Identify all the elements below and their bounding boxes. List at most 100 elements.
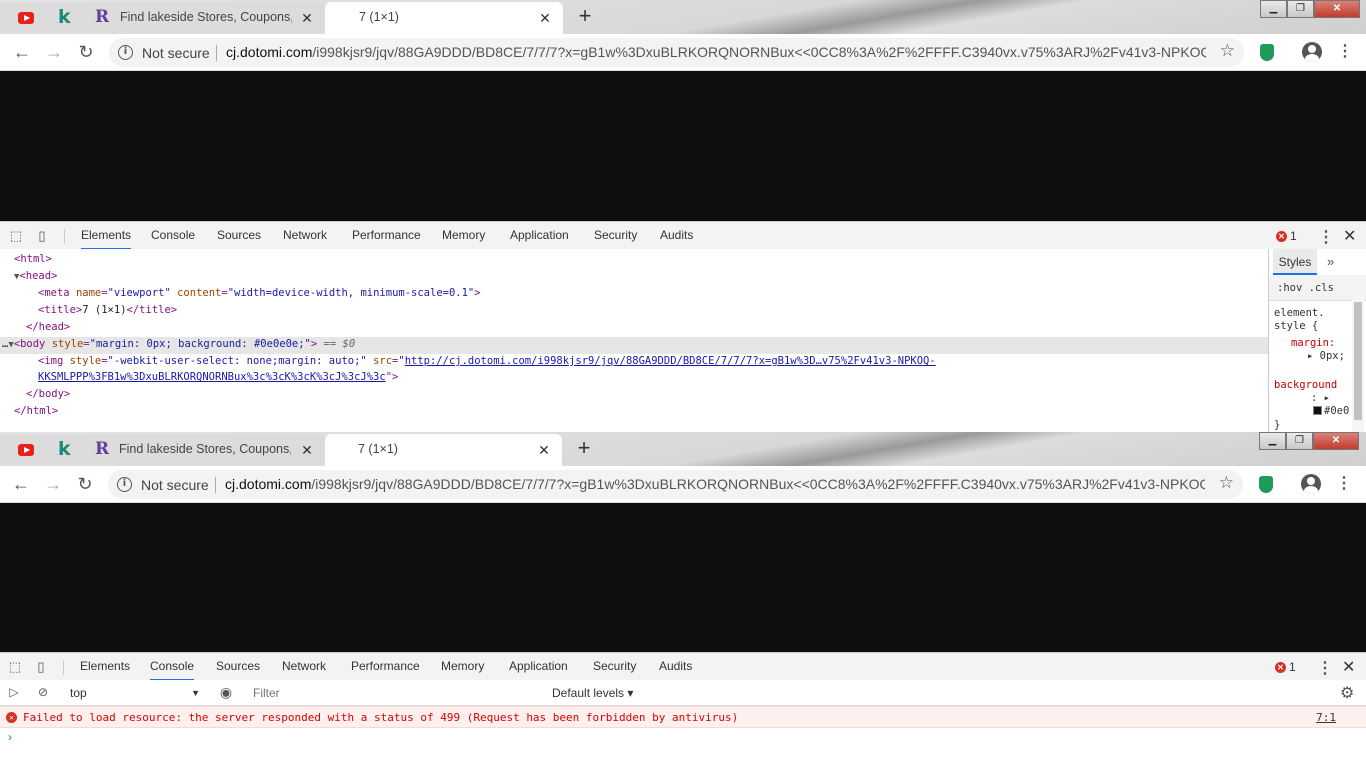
device-toolbar-icon[interactable]: ▯: [34, 228, 50, 244]
tab-performance[interactable]: Performance: [352, 222, 421, 250]
styles-scrollbar[interactable]: [1352, 290, 1364, 432]
window-close-button[interactable]: ✕: [1313, 432, 1359, 450]
reload-button[interactable]: ↻: [74, 474, 96, 496]
tab-memory[interactable]: Memory: [441, 653, 484, 681]
menu-icon[interactable]: ⋮: [1337, 42, 1353, 62]
url-text[interactable]: cj.dotomi.com/i998kjsr9/jqv/88GA9DDD/BD8…: [225, 476, 1205, 492]
src-link[interactable]: http://cj.dotomi.com/i998kjsr9/jqv/88GA9…: [405, 355, 936, 367]
dom-node-head[interactable]: ▼<head>: [14, 270, 57, 282]
close-icon[interactable]: ✕: [536, 442, 552, 459]
profile-icon[interactable]: [1302, 42, 1322, 62]
back-button[interactable]: ←: [10, 474, 32, 496]
devtools-close-icon[interactable]: ✕: [1342, 657, 1355, 677]
inspect-icon[interactable]: ⬚: [7, 659, 23, 675]
tab-elements[interactable]: Elements: [80, 653, 130, 681]
menu-icon[interactable]: ⋮: [1336, 474, 1352, 494]
tab-sources[interactable]: Sources: [216, 653, 260, 681]
eye-icon[interactable]: ◉: [219, 685, 233, 699]
bookmark-star-icon[interactable]: ☆: [1219, 473, 1234, 493]
tab-application[interactable]: Application: [509, 653, 568, 681]
tab-network[interactable]: Network: [283, 222, 327, 250]
console-prompt[interactable]: ›: [8, 730, 12, 744]
reload-button[interactable]: ↻: [75, 42, 97, 64]
devtools-menu-icon[interactable]: ⋮: [1318, 227, 1334, 247]
info-icon[interactable]: i: [117, 477, 132, 492]
tab-youtube[interactable]: [0, 2, 49, 34]
color-swatch[interactable]: [1313, 406, 1322, 415]
tab-audits[interactable]: Audits: [659, 653, 692, 681]
shield-extension-icon[interactable]: [1259, 476, 1273, 493]
sidebar-toggle-icon[interactable]: ▷: [7, 685, 21, 699]
forward-button[interactable]: →: [43, 42, 65, 64]
error-count-badge[interactable]: ✕ 1: [1276, 229, 1297, 243]
security-label[interactable]: Not secure: [141, 477, 209, 493]
tab-lakeside[interactable]: R Find lakeside Stores, Coupons, & ✕: [85, 2, 325, 34]
close-icon[interactable]: ✕: [299, 10, 315, 27]
bookmark-star-icon[interactable]: ☆: [1220, 41, 1235, 61]
clear-console-icon[interactable]: ⊘: [36, 685, 50, 699]
dom-node-html-close[interactable]: </html>: [14, 405, 58, 417]
maximize-button[interactable]: ❐: [1286, 432, 1313, 450]
style-value-margin[interactable]: ▸ 0px;: [1307, 350, 1345, 362]
dom-node-html[interactable]: <html>: [14, 253, 52, 265]
back-button[interactable]: ←: [11, 42, 33, 64]
dom-node-body-selected[interactable]: …▼<body style="margin: 0px; background: …: [0, 337, 1268, 354]
dom-node-title[interactable]: <title>7 (1×1)</title>: [38, 304, 177, 316]
address-bar[interactable]: i Not secure cj.dotomi.com/i998kjsr9/jqv…: [108, 470, 1243, 499]
style-prop-background[interactable]: background: [1274, 379, 1337, 391]
tab-k[interactable]: k: [49, 2, 85, 34]
tab-security[interactable]: Security: [594, 222, 637, 250]
tab-sources[interactable]: Sources: [217, 222, 261, 250]
scrollbar-thumb[interactable]: [1354, 302, 1362, 420]
dom-node-meta[interactable]: <meta name="viewport" content="width=dev…: [38, 287, 481, 299]
dom-node-img[interactable]: <img style="-webkit-user-select: none;ma…: [38, 355, 936, 367]
tab-console[interactable]: Console: [151, 222, 195, 250]
gear-icon[interactable]: ⚙: [1340, 683, 1354, 703]
address-bar[interactable]: i Not secure cj.dotomi.com/i998kjsr9/jqv…: [109, 38, 1244, 67]
forward-button[interactable]: →: [42, 474, 64, 496]
device-toolbar-icon[interactable]: ▯: [33, 659, 49, 675]
close-icon[interactable]: ✕: [299, 442, 315, 459]
devtools-close-icon[interactable]: ✕: [1343, 226, 1356, 246]
window-close-button[interactable]: ✕: [1314, 0, 1360, 18]
tab-active[interactable]: 7 (1×1) ✕: [325, 434, 562, 466]
style-value-background[interactable]: #0e0: [1313, 405, 1349, 417]
context-select[interactable]: top ▼: [66, 683, 204, 703]
filter-input[interactable]: [249, 683, 544, 703]
error-source-link[interactable]: 7:1: [1316, 711, 1336, 724]
security-label[interactable]: Not secure: [142, 45, 210, 61]
minimize-button[interactable]: ▁: [1260, 0, 1287, 18]
tab-security[interactable]: Security: [593, 653, 636, 681]
src-link[interactable]: KKSMLPPP%3FB1w%3DxuBLRKORQNORNBux%3c%3cK…: [38, 371, 386, 383]
devtools-menu-icon[interactable]: ⋮: [1317, 658, 1333, 678]
tab-audits[interactable]: Audits: [660, 222, 693, 250]
profile-icon[interactable]: [1301, 474, 1321, 494]
error-count-badge[interactable]: ✕ 1: [1275, 660, 1296, 674]
tab-memory[interactable]: Memory: [442, 222, 485, 250]
inspect-icon[interactable]: ⬚: [8, 228, 24, 244]
tab-k[interactable]: k: [49, 434, 85, 466]
tab-youtube[interactable]: [0, 434, 49, 466]
new-tab-button[interactable]: +: [573, 5, 597, 29]
tab-application[interactable]: Application: [510, 222, 569, 250]
tab-performance[interactable]: Performance: [351, 653, 420, 681]
dom-node-body-close[interactable]: </body>: [26, 388, 70, 400]
tag-text: <img: [38, 355, 70, 367]
tab-styles[interactable]: Styles: [1273, 249, 1317, 275]
style-prop-margin[interactable]: margin:: [1291, 337, 1335, 349]
shield-extension-icon[interactable]: [1260, 44, 1274, 61]
close-icon[interactable]: ✕: [537, 10, 553, 27]
log-levels-dropdown[interactable]: Default levels ▾: [552, 683, 633, 703]
tab-lakeside[interactable]: R Find lakeside Stores, Coupons, & ✕: [85, 434, 325, 466]
new-tab-button[interactable]: +: [572, 437, 596, 461]
more-tabs-icon[interactable]: »: [1327, 254, 1334, 269]
tab-elements[interactable]: Elements: [70, 222, 142, 250]
minimize-button[interactable]: ▁: [1259, 432, 1286, 450]
dom-node-head-close[interactable]: </head>: [26, 321, 70, 333]
tab-console[interactable]: Console: [139, 653, 205, 681]
maximize-button[interactable]: ❐: [1287, 0, 1314, 18]
url-text[interactable]: cj.dotomi.com/i998kjsr9/jqv/88GA9DDD/BD8…: [226, 44, 1206, 60]
tab-active[interactable]: 7 (1×1) ✕: [325, 2, 563, 34]
tab-network[interactable]: Network: [282, 653, 326, 681]
info-icon[interactable]: i: [118, 45, 133, 60]
